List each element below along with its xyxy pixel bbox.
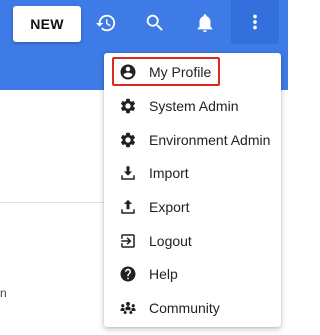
menu-item-help[interactable]: Help [104, 259, 281, 289]
menu-item-label: My Profile [149, 64, 212, 80]
menu-item-environment-admin[interactable]: Environment Admin [104, 125, 281, 155]
menu-item-community[interactable]: Community [104, 293, 281, 323]
background-text-fragment: n [0, 286, 7, 300]
bell-icon[interactable] [190, 8, 220, 38]
menu-item-logout[interactable]: Logout [104, 226, 281, 256]
overflow-menu: My Profile System Admin Environment Admi… [104, 53, 281, 327]
help-circle-icon [119, 265, 137, 283]
menu-item-my-profile[interactable]: My Profile [104, 57, 281, 87]
history-icon[interactable] [91, 8, 121, 38]
menu-item-label: Community [149, 300, 220, 316]
menu-item-label: Help [149, 266, 178, 282]
new-button[interactable]: NEW [13, 6, 81, 42]
account-circle-icon [119, 63, 137, 81]
gear-icon [119, 131, 137, 149]
background-divider [0, 202, 104, 203]
upload-icon [119, 198, 137, 216]
menu-item-label: System Admin [149, 98, 239, 114]
menu-item-system-admin[interactable]: System Admin [104, 91, 281, 121]
menu-item-export[interactable]: Export [104, 192, 281, 222]
menu-item-label: Import [149, 165, 189, 181]
menu-item-label: Environment Admin [149, 132, 271, 148]
download-icon [119, 164, 137, 182]
more-menu-button[interactable] [231, 0, 279, 44]
gear-icon [119, 97, 137, 115]
menu-item-import[interactable]: Import [104, 158, 281, 188]
menu-item-label: Logout [149, 233, 192, 249]
search-icon[interactable] [140, 8, 170, 38]
logout-icon [119, 232, 137, 250]
menu-item-label: Export [149, 199, 190, 215]
people-icon [119, 299, 137, 317]
more-vert-icon [253, 14, 257, 30]
